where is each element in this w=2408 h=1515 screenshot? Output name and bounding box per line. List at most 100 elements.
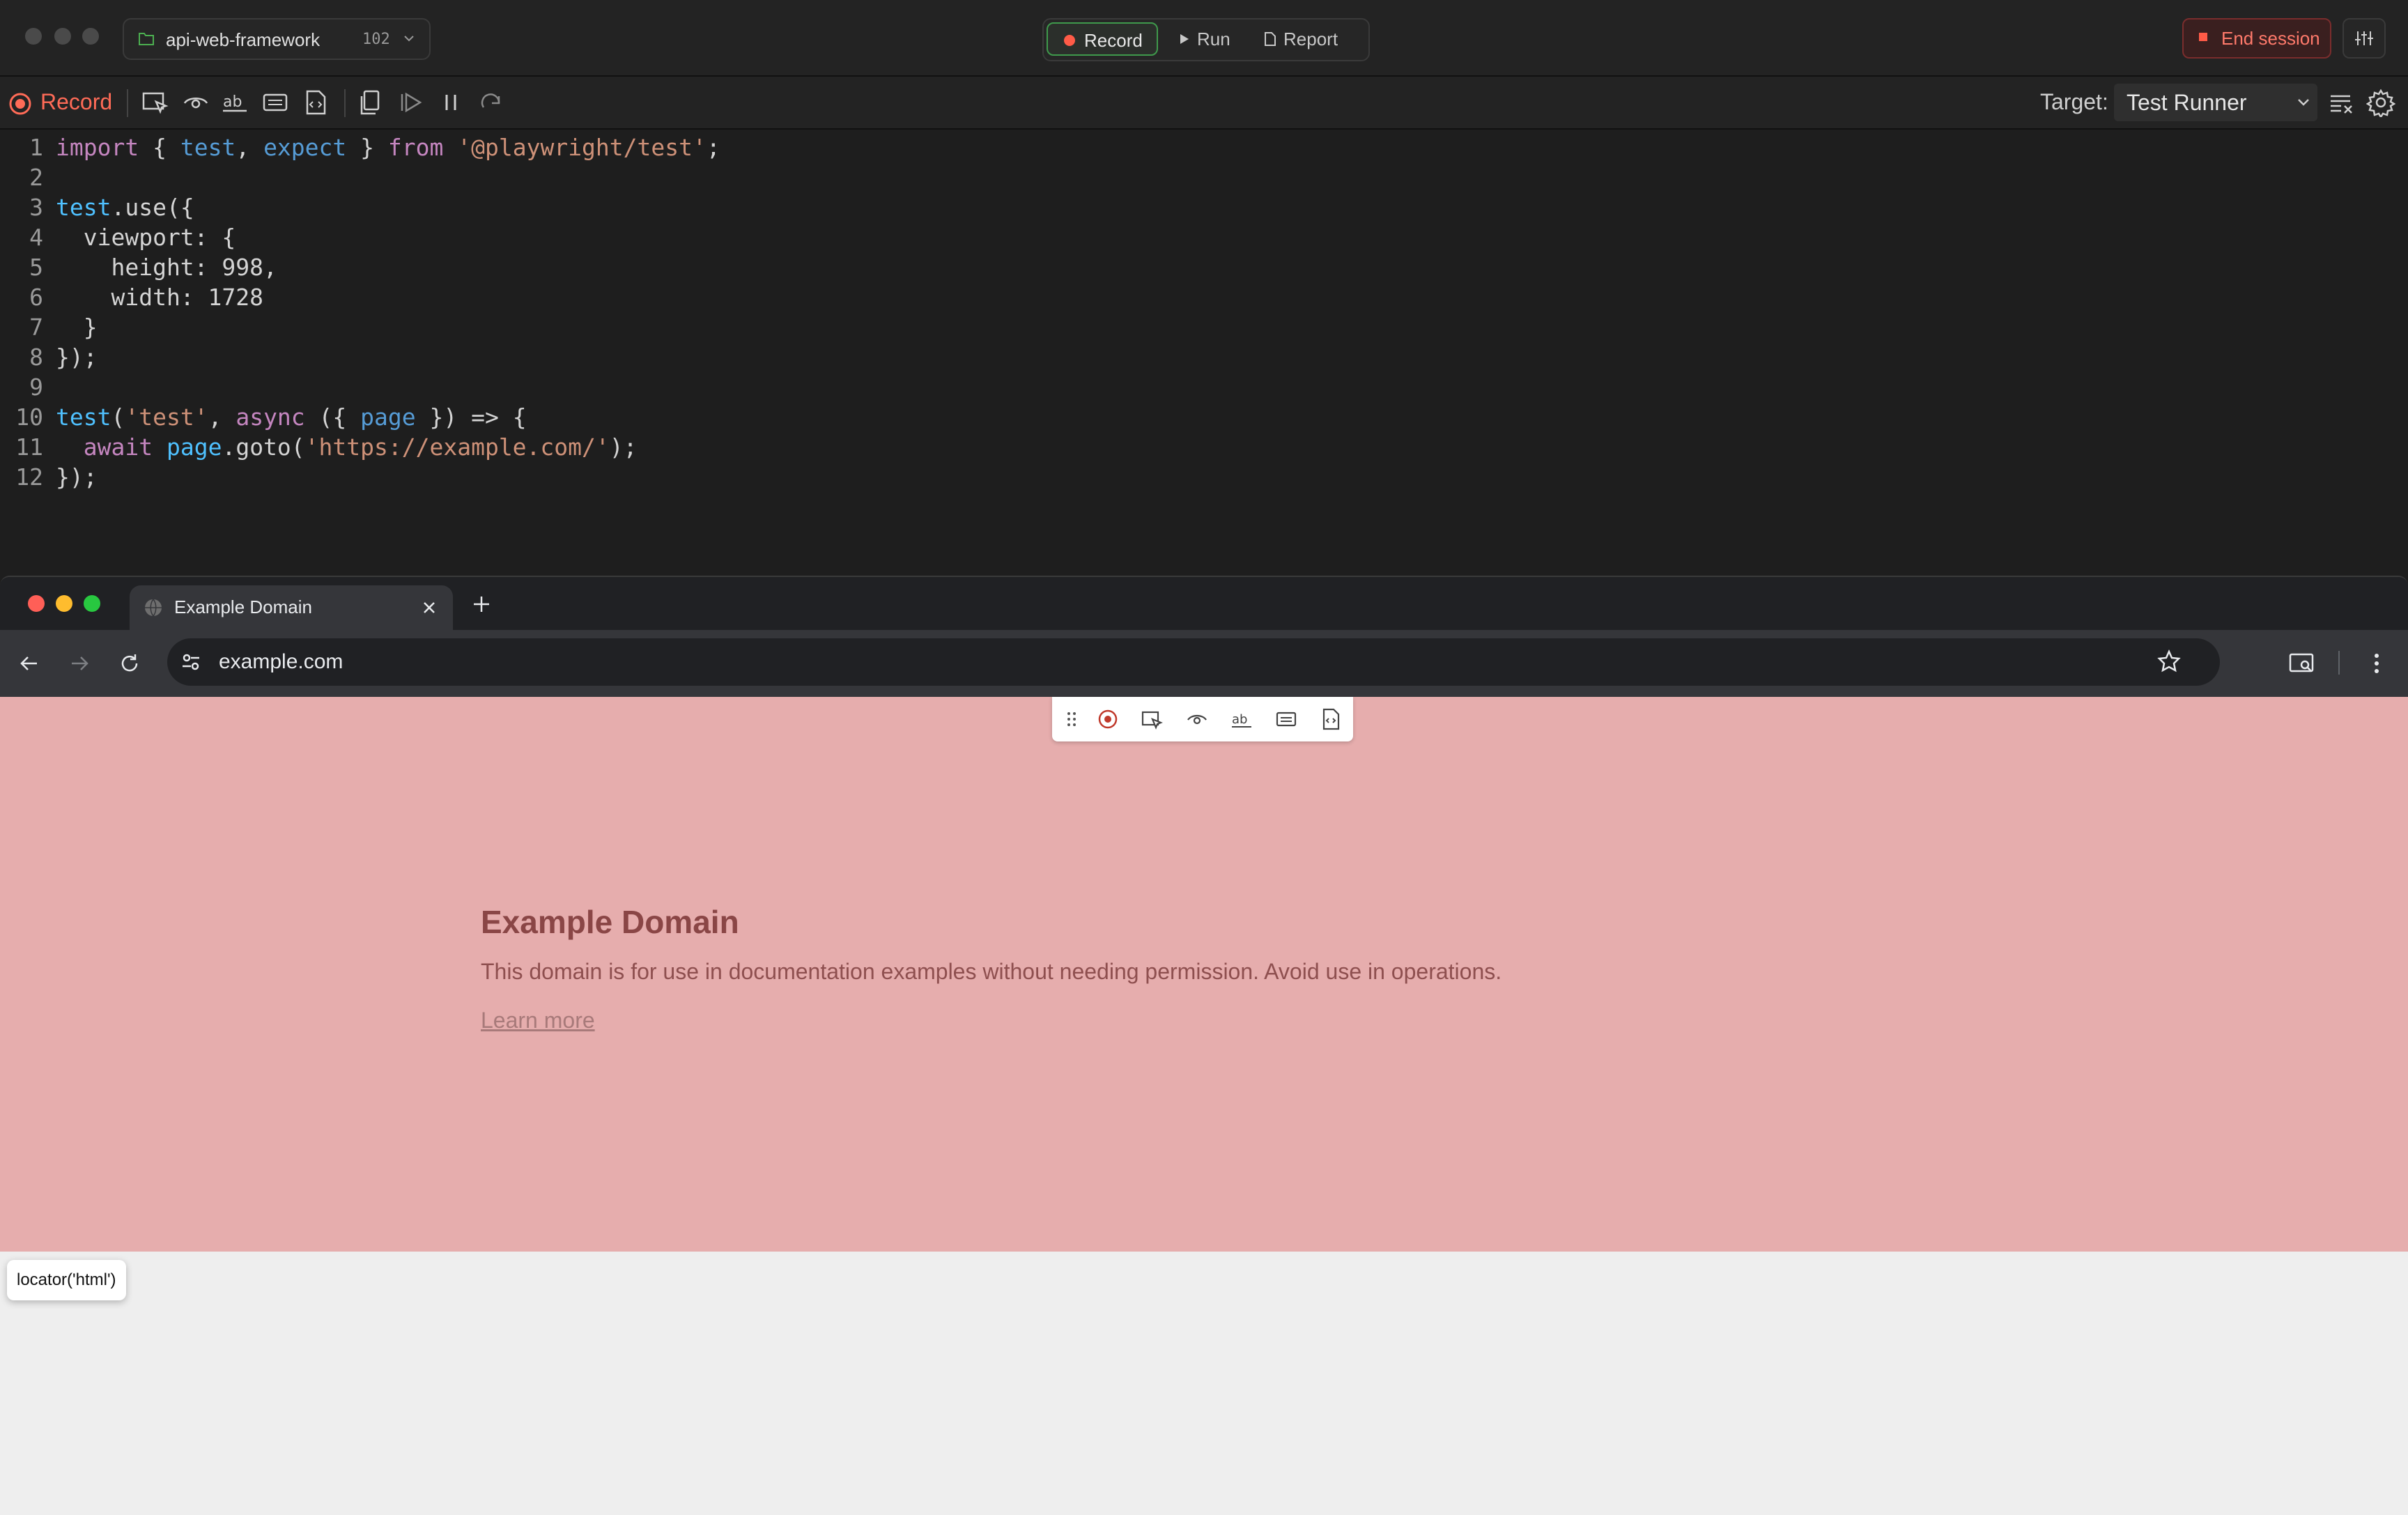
tab-search-icon[interactable] (2288, 651, 2316, 676)
line-number: 1 (29, 134, 43, 161)
sliders-icon (2354, 29, 2375, 48)
resume-step-icon[interactable] (396, 88, 425, 117)
code-line-3: test.use({ (56, 194, 194, 221)
line-number: 4 (29, 224, 43, 251)
recorder-toolbar: Record ab Target: Test Runner (0, 77, 2408, 130)
assert-visibility-eye-icon[interactable] (1184, 707, 1210, 732)
line-number: 9 (29, 374, 43, 401)
code-line-5: height: 998, (56, 254, 277, 281)
line-number: 5 (29, 254, 43, 281)
code-line-8: }); (56, 344, 98, 371)
line-number: 2 (29, 164, 43, 191)
document-icon (1264, 31, 1276, 47)
reload-icon[interactable] (118, 652, 141, 675)
project-name: api-web-framework (166, 29, 321, 50)
line-number: 7 (29, 314, 43, 341)
pause-icon[interactable] (436, 88, 465, 117)
assert-snapshot-icon[interactable] (1318, 707, 1343, 732)
folder-icon (138, 31, 155, 46)
tab-title: Example Domain (174, 597, 312, 617)
page-description: This domain is for use in documentation … (481, 959, 1502, 984)
mode-run-button[interactable]: Run (1172, 22, 1249, 56)
globe-icon (144, 598, 163, 617)
line-number: 10 (15, 403, 43, 431)
inpage-recorder-toolbar: ab (1052, 697, 1353, 741)
step-over-icon[interactable] (477, 88, 506, 117)
code-line-12: }); (56, 463, 98, 491)
window-zoom-dot[interactable] (84, 595, 100, 612)
end-session-label: End session (2221, 28, 2320, 49)
toolbar-divider (344, 89, 346, 117)
record-dot-icon (1063, 34, 1076, 47)
address-bar[interactable]: example.com (167, 638, 2220, 686)
assert-snapshot-icon[interactable] (301, 88, 330, 117)
bookmark-star-icon[interactable] (2157, 649, 2181, 673)
url-text: example.com (219, 650, 344, 673)
pick-locator-icon[interactable] (141, 88, 170, 117)
assert-value-icon[interactable] (261, 88, 290, 117)
site-settings-icon[interactable] (180, 651, 202, 673)
assert-value-icon[interactable] (1274, 707, 1299, 732)
app-titlebar: api-web-framework 102 Record Run Report (0, 0, 2408, 77)
new-tab-plus-icon[interactable] (471, 594, 492, 615)
target-label: Target: (2040, 89, 2108, 114)
browser-window: Example Domain example.com Example Domai… (0, 576, 2408, 1515)
target-select-value: Test Runner (2127, 90, 2247, 115)
back-arrow-icon[interactable] (18, 652, 40, 675)
code-line-10: test('test', async ({ page }) => { (56, 403, 527, 431)
clear-code-icon[interactable] (2327, 88, 2356, 117)
window-minimize-dot[interactable] (56, 595, 72, 612)
record-circle-icon[interactable] (8, 92, 32, 116)
toolbar-divider (2338, 651, 2340, 675)
mode-report-button[interactable]: Report (1257, 22, 1361, 56)
chevron-down-icon (2297, 98, 2310, 107)
record-circle-icon[interactable] (1095, 707, 1120, 732)
tab-strip: Example Domain (0, 577, 2408, 630)
toolbar-divider (127, 89, 128, 117)
locator-tooltip: locator('html') (7, 1260, 126, 1300)
code-editor[interactable]: 1 2 3 4 5 6 7 8 9 10 11 12 import { test… (0, 130, 2408, 576)
line-number: 6 (29, 284, 43, 311)
project-selector[interactable]: api-web-framework 102 (123, 18, 431, 60)
window-close-dot[interactable] (25, 28, 42, 45)
svg-text:ab: ab (223, 93, 242, 111)
assert-text-icon[interactable]: ab (220, 88, 249, 117)
line-number: 3 (29, 194, 43, 221)
line-number: 12 (15, 463, 43, 491)
page-heading: Example Domain (481, 904, 739, 940)
code-line-4: viewport: { (56, 224, 236, 251)
end-session-button[interactable]: End session (2182, 18, 2331, 59)
window-close-dot[interactable] (28, 595, 45, 612)
mode-run-label: Run (1197, 29, 1230, 49)
tab-example-domain[interactable]: Example Domain (130, 585, 453, 630)
mode-switcher: Record Run Report (1042, 18, 1370, 61)
close-icon[interactable] (421, 599, 438, 616)
window-minimize-dot[interactable] (54, 28, 71, 45)
assert-visibility-eye-icon[interactable] (181, 88, 210, 117)
code-line-7: } (56, 314, 98, 341)
forward-arrow-icon[interactable] (68, 652, 91, 675)
mode-report-label: Report (1283, 29, 1338, 49)
drag-handle-icon[interactable] (1059, 707, 1084, 732)
play-icon (1179, 33, 1190, 45)
line-number: 8 (29, 344, 43, 371)
mode-record-button[interactable]: Record (1047, 22, 1158, 56)
code-line-1: import { test, expect } from '@playwrigh… (56, 134, 720, 161)
target-select[interactable]: Test Runner (2114, 84, 2317, 121)
code-line-11: await page.goto('https://example.com/'); (83, 433, 638, 461)
assert-text-icon[interactable]: ab (1229, 707, 1254, 732)
copy-icon[interactable] (355, 88, 385, 117)
record-button-label[interactable]: Record (40, 89, 112, 115)
element-highlight-overlay[interactable]: Example Domain This domain is for use in… (0, 697, 2408, 1252)
sliders-settings-button[interactable] (2343, 18, 2386, 59)
gear-icon[interactable] (2366, 88, 2395, 117)
page-viewport[interactable]: Example Domain This domain is for use in… (0, 697, 2408, 1515)
code-line-6: width: 1728 (56, 284, 264, 311)
pick-locator-icon[interactable] (1140, 707, 1165, 732)
window-zoom-dot[interactable] (82, 28, 99, 45)
learn-more-link[interactable]: Learn more (481, 1008, 595, 1033)
browser-toolbar: example.com (0, 630, 2408, 697)
svg-text:ab: ab (1232, 712, 1247, 727)
more-vertical-icon[interactable] (2366, 651, 2387, 676)
mode-record-label: Record (1084, 30, 1143, 51)
